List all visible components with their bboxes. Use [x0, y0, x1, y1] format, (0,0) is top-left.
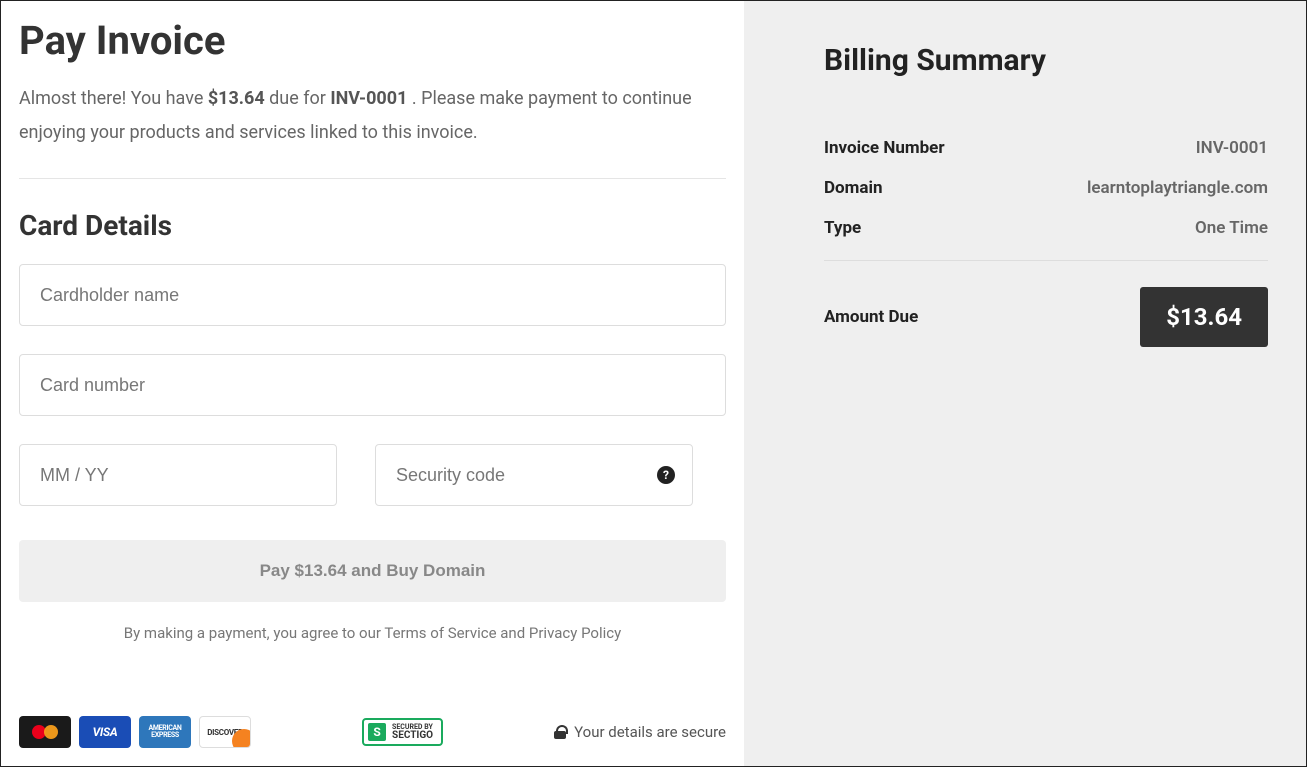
mastercard-icon [19, 716, 71, 748]
amount-due-badge: $13.64 [1140, 287, 1268, 347]
billing-divider [824, 260, 1268, 261]
summary-value: learntoplaytriangle.com [1087, 178, 1268, 198]
summary-row-domain: Domain learntoplaytriangle.com [824, 178, 1268, 198]
sectigo-text: SECURED BY SECTIGO [392, 724, 433, 741]
sectigo-mark-icon: S [368, 723, 386, 741]
intro-invoice: INV-0001 [330, 88, 407, 109]
invoice-payment-page: Pay Invoice Almost there! You have $13.6… [0, 0, 1307, 767]
sectigo-secure-badge: S SECURED BY SECTIGO [362, 718, 443, 746]
amount-due-row: Amount Due $13.64 [824, 287, 1268, 347]
summary-label: Type [824, 218, 861, 238]
intro-amount: $13.64 [208, 88, 265, 109]
footer-row: VISA AMERICAN EXPRESS DISCOVER S SECURED… [19, 716, 726, 748]
summary-value: One Time [1195, 218, 1268, 238]
pay-button[interactable]: Pay $13.64 and Buy Domain [19, 540, 726, 602]
billing-summary-panel: Billing Summary Invoice Number INV-0001 … [744, 1, 1306, 766]
summary-label: Domain [824, 178, 883, 198]
intro-text: Almost there! You have $13.64 due for IN… [19, 82, 726, 150]
payment-form-panel: Pay Invoice Almost there! You have $13.6… [1, 1, 744, 766]
visa-icon: VISA [79, 716, 131, 748]
intro-prefix: Almost there! You have [19, 88, 208, 109]
section-divider [19, 178, 726, 179]
summary-row-type: Type One Time [824, 218, 1268, 238]
amex-icon: AMERICAN EXPRESS [139, 716, 191, 748]
summary-value: INV-0001 [1196, 138, 1268, 158]
card-number-input[interactable] [19, 354, 726, 416]
amount-due-label: Amount Due [824, 307, 918, 327]
card-expiry-input[interactable] [19, 444, 337, 506]
cardholder-name-input[interactable] [19, 264, 726, 326]
intro-mid: due for [265, 88, 331, 109]
cvv-help-icon[interactable]: ? [657, 466, 675, 484]
page-title: Pay Invoice [19, 17, 726, 64]
lock-icon [554, 725, 566, 739]
card-cvv-input[interactable] [375, 444, 693, 506]
expiry-cvv-row: ? [19, 444, 726, 506]
secure-note: Your details are secure [554, 723, 726, 741]
summary-label: Invoice Number [824, 138, 945, 158]
billing-summary-heading: Billing Summary [824, 43, 1268, 78]
cvv-field-wrapper: ? [375, 444, 693, 506]
accepted-cards: VISA AMERICAN EXPRESS DISCOVER [19, 716, 251, 748]
summary-row-invoice: Invoice Number INV-0001 [824, 138, 1268, 158]
terms-agreement-text: By making a payment, you agree to our Te… [19, 624, 726, 642]
secure-note-text: Your details are secure [574, 723, 726, 741]
discover-icon: DISCOVER [199, 716, 251, 748]
card-details-heading: Card Details [19, 209, 726, 242]
